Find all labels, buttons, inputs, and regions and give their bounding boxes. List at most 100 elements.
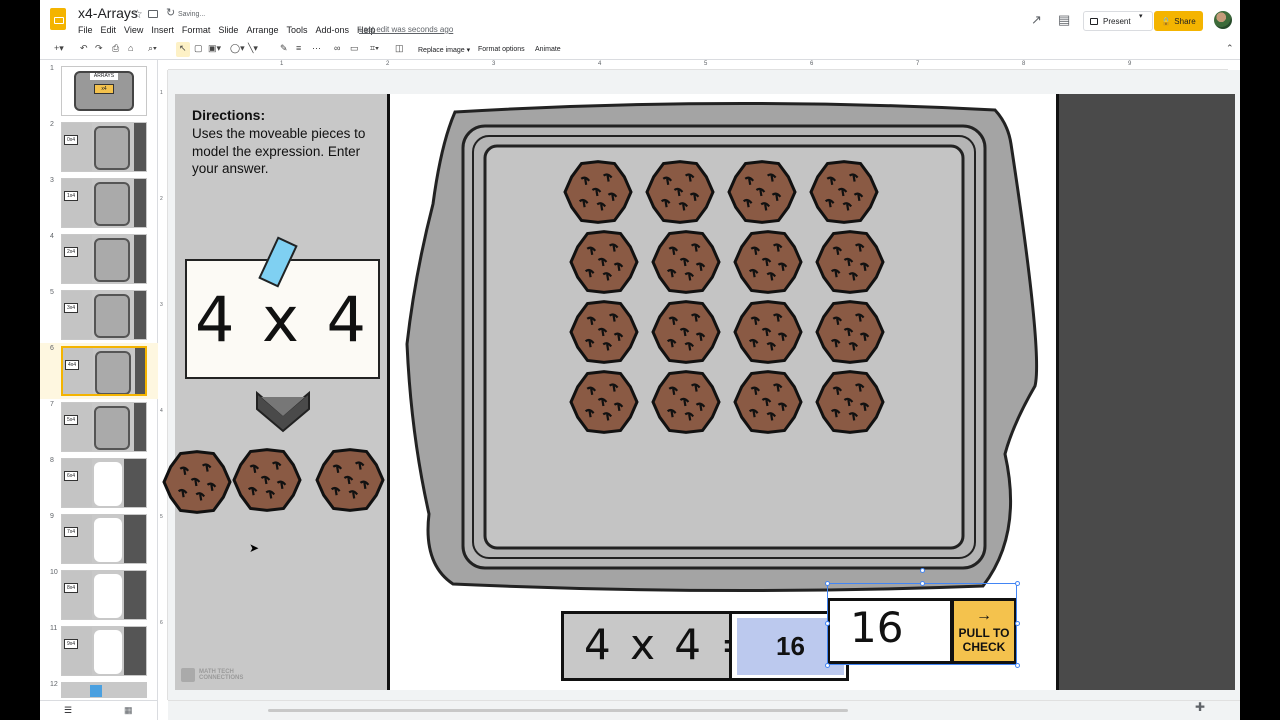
resize-handle[interactable] bbox=[1015, 581, 1020, 586]
activity-icon[interactable]: ↗ bbox=[1031, 12, 1042, 28]
check-answer-box[interactable]: 16 bbox=[827, 598, 953, 664]
thumb-part bbox=[94, 462, 122, 506]
paint-format-icon[interactable]: ⌂ bbox=[128, 43, 133, 53]
directions-text: Uses the moveable pieces to model the ex… bbox=[192, 126, 366, 176]
cookie[interactable] bbox=[815, 230, 885, 294]
slides-logo-icon[interactable] bbox=[50, 8, 66, 30]
resize-handle[interactable] bbox=[1015, 621, 1020, 626]
undo-icon[interactable]: ↶ bbox=[80, 43, 88, 54]
select-icon[interactable]: ↖ bbox=[179, 43, 187, 54]
cookie[interactable] bbox=[569, 370, 639, 434]
grid-view-icon[interactable]: ▦ bbox=[124, 705, 133, 716]
thumb-part bbox=[124, 627, 146, 675]
slide-thumbnail-6[interactable]: 4x4 bbox=[61, 346, 147, 396]
resize-handle[interactable] bbox=[1015, 663, 1020, 668]
share-button[interactable]: 🔒 Share bbox=[1154, 11, 1203, 31]
border-weight-icon[interactable]: ≡ bbox=[296, 43, 301, 53]
image-icon[interactable]: ▣▾ bbox=[208, 43, 221, 54]
crop-icon[interactable]: ⌗▾ bbox=[370, 43, 379, 54]
menu-addons[interactable]: Add-ons bbox=[315, 25, 349, 35]
cookie[interactable] bbox=[645, 160, 715, 224]
menu-arrange[interactable]: Arrange bbox=[246, 25, 278, 35]
comments-icon[interactable]: ▤ bbox=[1058, 12, 1070, 28]
menu-format[interactable]: Format bbox=[182, 25, 211, 35]
shape-icon[interactable]: ◯▾ bbox=[230, 43, 245, 54]
cookie[interactable] bbox=[569, 230, 639, 294]
thumb-part bbox=[62, 627, 92, 675]
slide-thumbnail-5[interactable]: 3x4 bbox=[61, 290, 147, 340]
moveable-cookie[interactable] bbox=[162, 450, 232, 514]
thumb-part bbox=[62, 179, 92, 227]
redo-icon[interactable]: ↷ bbox=[95, 43, 103, 54]
menu-tools[interactable]: Tools bbox=[286, 25, 307, 35]
animate-button[interactable]: Animate bbox=[535, 46, 561, 53]
cookie[interactable] bbox=[651, 230, 721, 294]
slide-thumbnail-10[interactable]: 8x4 bbox=[61, 570, 147, 620]
new-slide-icon[interactable]: +▾ bbox=[54, 43, 64, 54]
menu-view[interactable]: View bbox=[124, 25, 143, 35]
math-tech-logo: MATH TECH CONNECTIONS bbox=[181, 668, 243, 682]
cookie[interactable] bbox=[733, 300, 803, 364]
ruler-tick: 5 bbox=[160, 514, 163, 520]
rotate-handle[interactable] bbox=[920, 568, 925, 573]
folder-icon[interactable] bbox=[148, 10, 158, 18]
moveable-cookie[interactable] bbox=[232, 448, 302, 512]
resize-handle[interactable] bbox=[825, 663, 830, 668]
star-icon[interactable]: ☆ bbox=[132, 7, 143, 21]
cookie[interactable] bbox=[563, 160, 633, 224]
slide-thumbnail-4[interactable]: 2x4 bbox=[61, 234, 147, 284]
slide-thumbnail-9[interactable]: 7x4 bbox=[61, 514, 147, 564]
cookie[interactable] bbox=[651, 370, 721, 434]
link-icon[interactable]: ∞ bbox=[334, 43, 340, 53]
slide-filmstrip: 1 ARRAYS x4 2 0x4 3 1x4 4 2x4 5 3x4 6 4x4 7 5x4 8 6x4 9 7x… bbox=[40, 60, 158, 700]
slide-thumbnail-2[interactable]: 0x4 bbox=[61, 122, 147, 172]
cookie[interactable] bbox=[815, 300, 885, 364]
textbox-icon[interactable]: ▢ bbox=[194, 43, 203, 54]
cookie[interactable] bbox=[809, 160, 879, 224]
slide-thumbnail-8[interactable]: 6x4 bbox=[61, 458, 147, 508]
zoom-icon[interactable]: ⌕▾ bbox=[148, 43, 157, 54]
document-title[interactable]: x4-Arrays bbox=[78, 5, 138, 21]
cookie[interactable] bbox=[815, 370, 885, 434]
resize-handle[interactable] bbox=[825, 581, 830, 586]
replace-image-button[interactable]: Replace image ▾ bbox=[418, 46, 470, 54]
menu-file[interactable]: File bbox=[78, 25, 93, 35]
print-icon[interactable]: ⎙ bbox=[112, 43, 119, 54]
cookie[interactable] bbox=[651, 300, 721, 364]
slide-thumbnail-11[interactable]: 9x4 bbox=[61, 626, 147, 676]
slide-thumbnail-7[interactable]: 5x4 bbox=[61, 402, 147, 452]
pen-icon[interactable]: ✎ bbox=[280, 43, 288, 54]
explore-icon[interactable]: ✚ bbox=[1190, 700, 1210, 716]
moveable-cookie[interactable] bbox=[315, 448, 385, 512]
collapse-icon[interactable]: ⌃ bbox=[1226, 43, 1234, 54]
thumb-number: 9 bbox=[50, 513, 54, 520]
resize-handle[interactable] bbox=[825, 621, 830, 626]
border-dash-icon[interactable]: ⋯ bbox=[312, 43, 321, 54]
scroll-thumb[interactable] bbox=[268, 709, 848, 712]
menu-slide[interactable]: Slide bbox=[218, 25, 238, 35]
thumb-number: 12 bbox=[50, 681, 58, 688]
horizontal-scrollbar[interactable] bbox=[168, 700, 1240, 720]
cookie[interactable] bbox=[727, 160, 797, 224]
cookie[interactable] bbox=[733, 370, 803, 434]
resize-handle[interactable] bbox=[920, 581, 925, 586]
format-options-button[interactable]: Format options bbox=[478, 46, 525, 53]
menu-insert[interactable]: Insert bbox=[151, 25, 174, 35]
last-edit-link[interactable]: Last edit was seconds ago bbox=[359, 25, 453, 34]
mask-icon[interactable]: ◫ bbox=[395, 43, 404, 54]
comment-add-icon[interactable]: ▭ bbox=[350, 43, 359, 54]
menu-edit[interactable]: Edit bbox=[101, 25, 117, 35]
thumb-number: 6 bbox=[50, 345, 54, 352]
user-avatar[interactable] bbox=[1214, 11, 1232, 29]
slide-thumbnail-1[interactable]: ARRAYS x4 bbox=[61, 66, 147, 116]
present-icon bbox=[1090, 17, 1098, 25]
list-view-icon[interactable]: ☰ bbox=[64, 705, 72, 716]
cookie[interactable] bbox=[733, 230, 803, 294]
slide-thumbnail-12[interactable] bbox=[61, 682, 147, 698]
line-icon[interactable]: ╲▾ bbox=[248, 43, 258, 54]
slide-thumbnail-3[interactable]: 1x4 bbox=[61, 178, 147, 228]
pull-to-check-button[interactable]: → PULL TO CHECK bbox=[951, 598, 1017, 664]
slide-6: Directions: Uses the moveable pieces to … bbox=[162, 94, 1235, 690]
present-dropdown-icon[interactable]: ▾ bbox=[1139, 12, 1143, 20]
cookie[interactable] bbox=[569, 300, 639, 364]
